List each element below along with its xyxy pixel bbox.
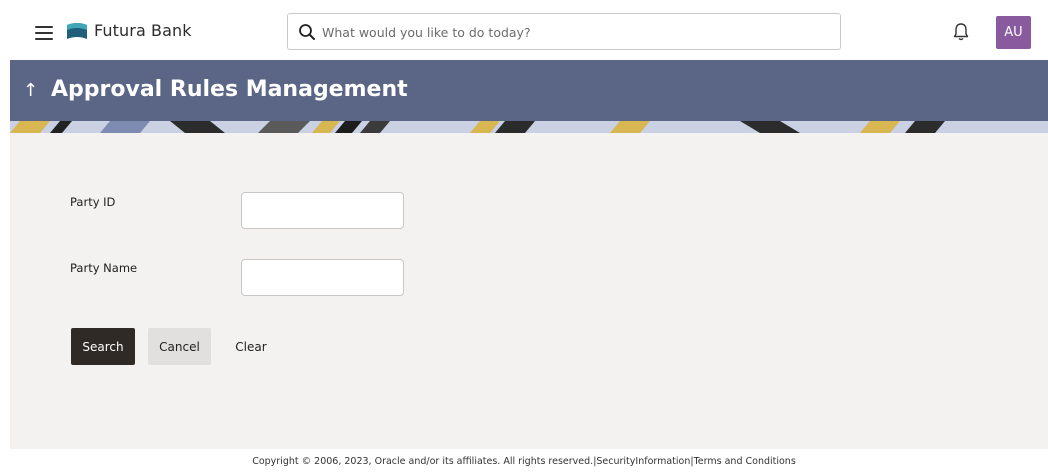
- copyright-text: Copyright © 2006, 2023, Oracle and/or it…: [252, 456, 594, 467]
- hamburger-menu-icon[interactable]: [35, 26, 53, 40]
- search-form-panel: Party ID Party Name Search Cancel Clear: [10, 133, 1048, 449]
- bell-icon[interactable]: [953, 22, 969, 42]
- bank-logo-icon: [67, 23, 87, 39]
- global-search[interactable]: [287, 13, 841, 50]
- party-id-label: Party ID: [70, 195, 116, 209]
- top-bar: Futura Bank AU: [0, 0, 1048, 60]
- search-input[interactable]: [322, 20, 822, 44]
- cancel-button[interactable]: Cancel: [148, 328, 211, 365]
- page-banner: ↑ Approval Rules Management: [10, 60, 1048, 133]
- clear-button[interactable]: Clear: [230, 328, 272, 365]
- user-avatar[interactable]: AU: [996, 16, 1031, 49]
- banner-decoration: [10, 121, 1048, 133]
- search-icon: [299, 24, 315, 40]
- terms-and-conditions-link[interactable]: Terms and Conditions: [694, 456, 796, 467]
- up-arrow-icon[interactable]: ↑: [23, 80, 38, 101]
- page-title: Approval Rules Management: [51, 77, 408, 102]
- footer: Copyright © 2006, 2023, Oracle and/or it…: [0, 456, 1048, 467]
- party-name-label: Party Name: [70, 261, 138, 275]
- search-button[interactable]: Search: [71, 328, 135, 365]
- party-id-field[interactable]: [241, 192, 404, 229]
- party-name-field[interactable]: [241, 259, 404, 296]
- brand-name: Futura Bank: [94, 21, 192, 40]
- security-information-link[interactable]: SecurityInformation: [596, 456, 690, 467]
